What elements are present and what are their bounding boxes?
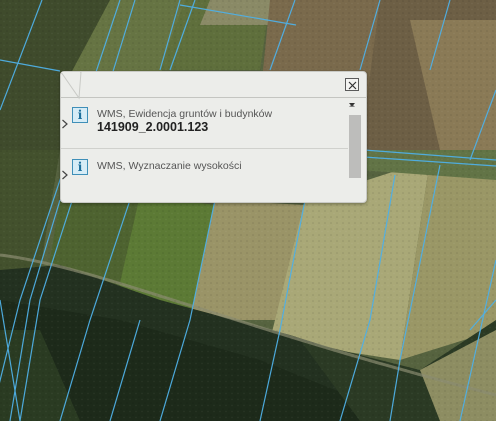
result-list: i WMS, Ewidencja gruntów i budynków 1419… [61, 98, 348, 202]
item-title: WMS, Ewidencja gruntów i budynków [97, 108, 273, 120]
close-icon[interactable] [345, 78, 359, 91]
feature-info-popup: i WMS, Ewidencja gruntów i budynków 1419… [60, 71, 367, 203]
scroll-thumb[interactable] [349, 115, 361, 178]
popup-scrollbar[interactable] [348, 102, 361, 198]
info-icon: i [72, 107, 88, 123]
parcel-id: 141909_2.0001.123 [97, 120, 209, 134]
map-view[interactable]: i WMS, Ewidencja gruntów i budynków 1419… [0, 0, 496, 421]
result-item-ewidencja[interactable]: i WMS, Ewidencja gruntów i budynków 1419… [61, 98, 348, 149]
result-item-wysokosci[interactable]: i WMS, Wyznaczanie wysokości [61, 149, 348, 199]
scroll-down-arrow-icon[interactable] [348, 102, 356, 108]
item-title: WMS, Wyznaczanie wysokości [97, 160, 242, 172]
satellite-imagery [0, 0, 496, 421]
chevron-right-icon[interactable] [61, 170, 69, 180]
info-icon: i [72, 159, 88, 175]
chevron-right-icon[interactable] [61, 119, 69, 129]
popup-pointer [61, 72, 82, 100]
popup-header [61, 72, 366, 98]
